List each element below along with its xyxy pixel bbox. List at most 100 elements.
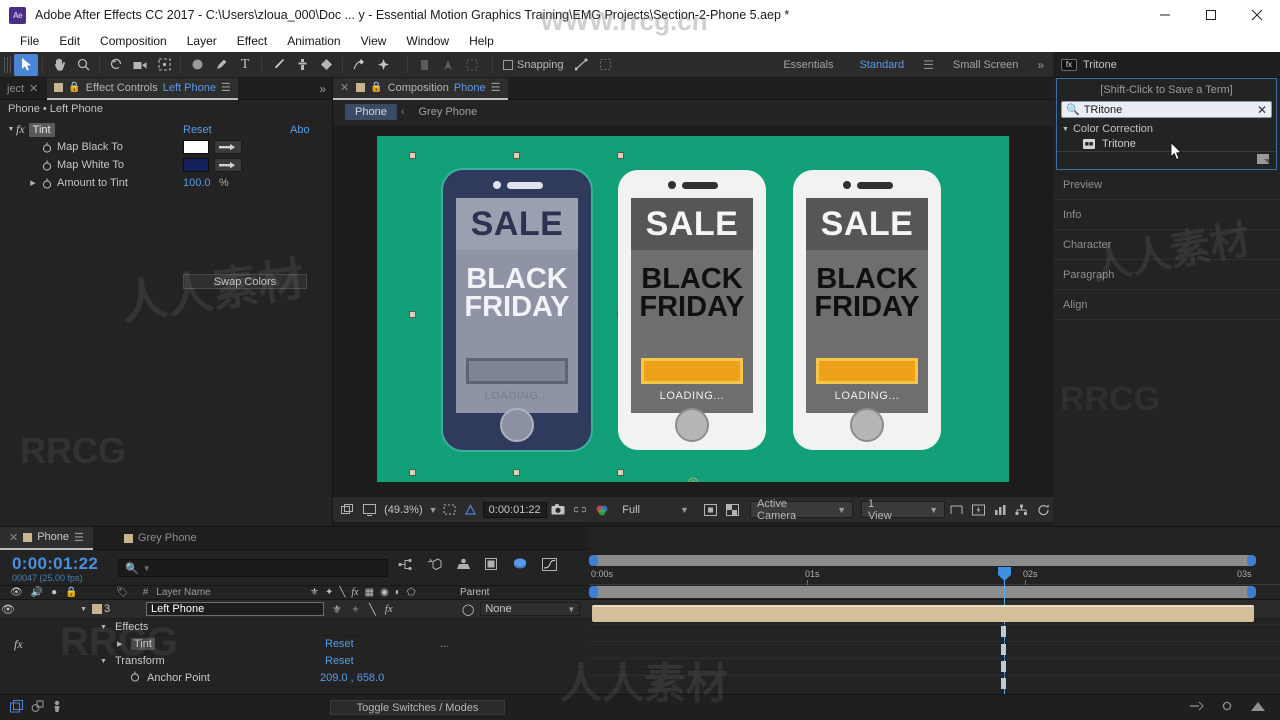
property-label[interactable]: Tint (131, 638, 155, 650)
maximize-icon[interactable] (1188, 0, 1234, 30)
selection-handle[interactable] (617, 469, 624, 476)
layer-switches[interactable]: ⚜ ✦ ╲ fx (332, 603, 393, 616)
tint-options-link[interactable]: ... (440, 638, 449, 650)
toolbar-grip[interactable] (4, 57, 11, 73)
anchor-point-value[interactable]: 209.0 , 658.0 (320, 672, 384, 684)
left-phone[interactable]: SALE BLACKFRIDAY LOADING... (443, 170, 591, 450)
keyframe-marker[interactable] (1001, 644, 1006, 655)
snapping-toggle[interactable]: Snapping (503, 59, 564, 71)
selection-handle[interactable] (409, 311, 416, 318)
graph-editor-icon[interactable] (542, 558, 557, 574)
panel-character[interactable]: Character (1053, 230, 1280, 260)
selection-handle[interactable] (409, 469, 416, 476)
layer-label-color[interactable] (92, 604, 102, 614)
video-visibility-icon[interactable]: 👁 (10, 587, 23, 598)
tab-project[interactable]: ject ✕ (0, 78, 47, 100)
solo-icon[interactable]: ● (51, 587, 57, 598)
composition-mini-flowchart-icon[interactable] (398, 558, 413, 574)
swap-colors-button[interactable]: Swap Colors (183, 274, 307, 289)
parent-pickwhip-icon[interactable]: ◯ (462, 603, 474, 616)
toggle-switches-modes-button[interactable]: Toggle Switches / Modes (330, 700, 505, 715)
zoom-in-timeline-icon[interactable] (1250, 701, 1266, 715)
main-view-icon[interactable] (360, 500, 380, 520)
disclosure-triangle-icon[interactable]: ▼ (6, 126, 16, 133)
region-of-interest-icon[interactable] (461, 500, 481, 520)
shy-switch-icon[interactable]: ⚜ (332, 603, 342, 616)
menu-file[interactable]: File (10, 34, 49, 48)
lock-icon[interactable]: 🔒 (68, 82, 80, 93)
category-disclosure-icon[interactable]: ▼ (1062, 126, 1069, 133)
clone-stamp-tool-icon[interactable] (290, 54, 314, 76)
motion-blur-icon[interactable] (513, 558, 528, 574)
tint-disclosure-icon[interactable]: ▶ (117, 640, 122, 648)
effect-controls-overflow-icon[interactable]: » (319, 82, 326, 96)
pen-tool-icon[interactable] (209, 54, 233, 76)
duration-start-handle[interactable] (589, 586, 598, 598)
timeline-search-field[interactable]: 🔍 ▼ (118, 559, 388, 577)
menu-composition[interactable]: Composition (90, 34, 177, 48)
view-layout-dropdown[interactable]: 1 View ▼ (861, 501, 945, 518)
workspace-standard[interactable]: Standard (846, 59, 917, 71)
effect-about-link[interactable]: Abo (290, 124, 310, 136)
collapse-switch-icon[interactable]: ✦ (351, 603, 360, 616)
effects-category-color-correction[interactable]: ▼ Color Correction (1057, 121, 1276, 137)
effect-result-tritone[interactable]: ■■ Tritone (1057, 137, 1276, 151)
camera-view-dropdown[interactable]: Active Camera ▼ (750, 501, 853, 518)
transform-reset-link[interactable]: Reset (325, 655, 354, 667)
puppet-pin-status-icon[interactable] (51, 700, 63, 716)
layer-name-field[interactable]: Left Phone (146, 602, 324, 616)
stopwatch-icon[interactable] (40, 140, 54, 154)
menu-help[interactable]: Help (459, 34, 504, 48)
map-black-to-eyedropper-icon[interactable] (214, 140, 242, 154)
tab-close-icon[interactable]: ✕ (9, 531, 18, 544)
work-area-bar[interactable] (592, 555, 1254, 566)
zoom-level-dropdown[interactable]: (49.3%) ▼ (381, 504, 437, 516)
layer-duration-bar[interactable] (592, 605, 1254, 622)
always-preview-icon[interactable] (338, 500, 358, 520)
amount-disclosure-icon[interactable]: ▶ (28, 179, 38, 187)
snapshot-camera-icon[interactable] (549, 500, 569, 520)
keyframe-marker[interactable] (1001, 661, 1006, 672)
close-icon[interactable] (1234, 0, 1280, 30)
zoom-tool-icon[interactable] (71, 54, 95, 76)
parent-dropdown[interactable]: None ▼ (480, 602, 580, 616)
type-tool-icon[interactable]: T (233, 54, 257, 76)
work-area-start-handle[interactable] (589, 555, 598, 566)
timeline-zoom-slider-icon[interactable] (1220, 700, 1234, 715)
panel-menu-icon[interactable]: ☰ (221, 81, 231, 94)
clear-search-icon[interactable]: ✕ (1257, 103, 1267, 117)
list-item[interactable]: ▼ Transform Reset (0, 653, 1280, 670)
map-black-to-swatch[interactable] (183, 140, 209, 154)
lock-icon[interactable]: 🔒 (65, 587, 77, 598)
keyframe-marker[interactable] (1001, 626, 1006, 637)
timeline-tab-grey-phone[interactable]: Grey Phone (115, 527, 206, 550)
reset-exposure-icon[interactable] (1033, 500, 1053, 520)
comp-subtab-grey-phone[interactable]: Grey Phone (408, 104, 487, 120)
tab-composition[interactable]: ✕ 🔒 Composition Phone ☰ (333, 78, 508, 100)
layer-parent-cell[interactable]: ◯ None ▼ (462, 602, 580, 616)
stopwatch-icon[interactable] (40, 158, 54, 172)
comp-subtab-back-icon[interactable]: ‹ (397, 104, 409, 120)
quality-switch-icon[interactable]: ╲ (369, 603, 376, 616)
transparency-grid-icon[interactable] (722, 500, 742, 520)
effect-reset-link[interactable]: Reset (183, 124, 212, 136)
effect-header-row[interactable]: ▼ fx Tint Reset Abo (0, 121, 332, 138)
selection-tool-icon[interactable] (14, 54, 38, 76)
tint-reset-link[interactable]: Reset (325, 638, 354, 650)
region-target-icon[interactable] (701, 500, 721, 520)
right-phone[interactable]: SALE BLACKFRIDAY LOADING... (793, 170, 941, 450)
brush-tool-icon[interactable] (266, 54, 290, 76)
rotation-tool-icon[interactable] (104, 54, 128, 76)
duration-bar[interactable] (592, 586, 1254, 598)
channel-rgb-icon[interactable] (592, 500, 612, 520)
timeline-tab-phone[interactable]: ✕ Phone ☰ (0, 527, 93, 550)
composition-canvas[interactable]: SALE BLACKFRIDAY LOADING... SALE BLACKFR… (377, 136, 1009, 482)
puppet-pin-tool-icon[interactable] (371, 54, 395, 76)
workspace-essentials[interactable]: Essentials (770, 59, 846, 71)
resolution-dropdown[interactable]: Full ▼ (619, 504, 689, 516)
menu-effect[interactable]: Effect (227, 34, 277, 48)
grid-guides-icon[interactable] (440, 500, 460, 520)
new-folder-icon[interactable] (1256, 153, 1270, 168)
roto-brush-tool-icon[interactable] (347, 54, 371, 76)
fast-previews-icon[interactable] (969, 500, 989, 520)
